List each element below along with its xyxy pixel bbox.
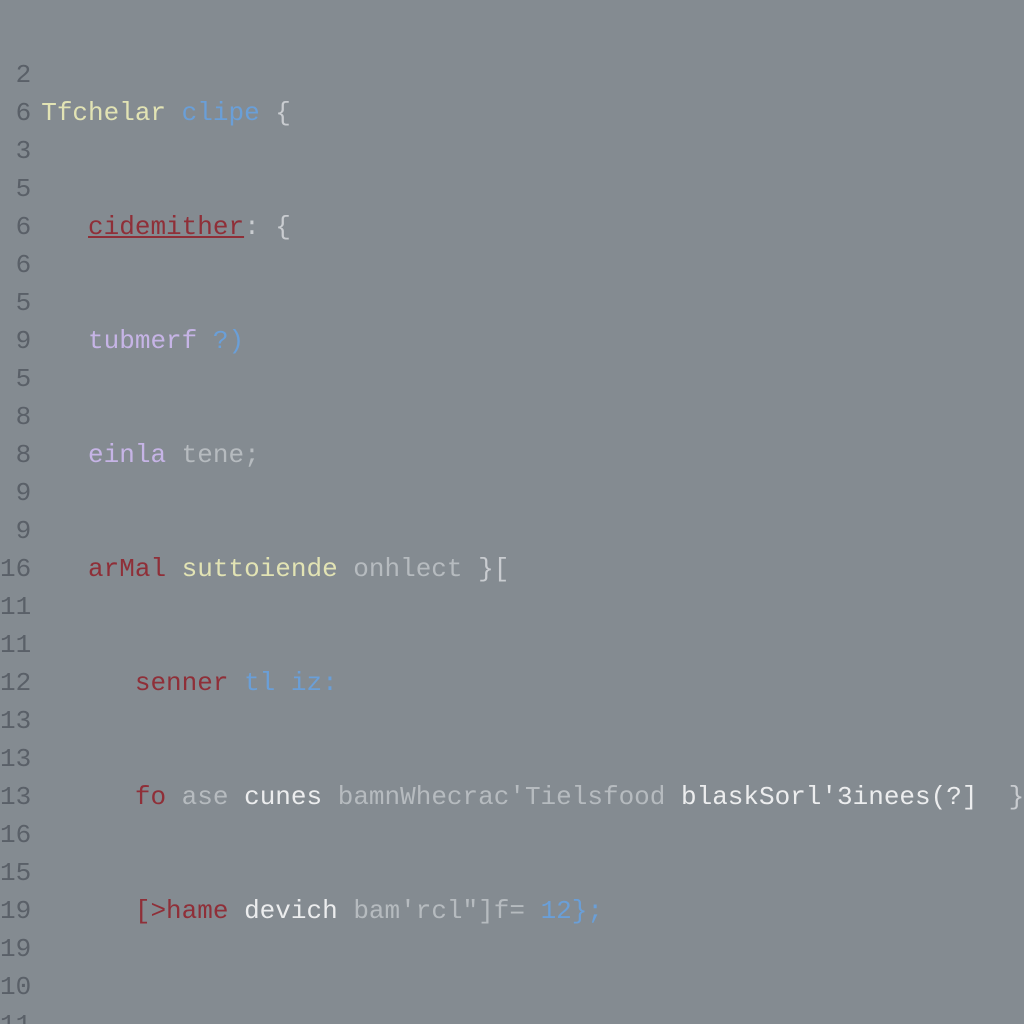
code-line[interactable]: arMal suttoiende onhlect }[: [41, 550, 1024, 588]
code-editor[interactable]: 2 6 3 5 6 6 5 9 5 8 8 9 9 16 11 11 12 13…: [0, 0, 1024, 1024]
line-number: 15: [0, 854, 31, 892]
line-number: 6: [0, 208, 31, 246]
line-number: 13: [0, 740, 31, 778]
line-number: 19: [0, 892, 31, 930]
code-line[interactable]: cidemither: {: [41, 208, 1024, 246]
line-number: 9: [0, 474, 31, 512]
code-line[interactable]: [41, 1006, 1024, 1024]
line-number: 8: [0, 398, 31, 436]
code-area[interactable]: Tfchelar clipe { cidemither: { tubmerf ?…: [41, 18, 1024, 1024]
line-number: 8: [0, 436, 31, 474]
line-number: 10: [0, 968, 31, 1006]
line-number: 5: [0, 360, 31, 398]
line-number: 6: [0, 94, 31, 132]
line-number: 3: [0, 132, 31, 170]
line-number-gutter: 2 6 3 5 6 6 5 9 5 8 8 9 9 16 11 11 12 13…: [0, 18, 41, 1024]
line-number: 9: [0, 512, 31, 550]
line-number: 2: [0, 56, 31, 94]
code-line[interactable]: tubmerf ?): [41, 322, 1024, 360]
code-line[interactable]: senner tl iz:: [41, 664, 1024, 702]
line-number: 12: [0, 664, 31, 702]
line-number: 16: [0, 550, 31, 588]
line-number: 19: [0, 930, 31, 968]
line-number: 13: [0, 702, 31, 740]
code-line[interactable]: fo ase cunes bamnWhecrac'Tielsfood blask…: [41, 778, 1024, 816]
line-number: 6: [0, 246, 31, 284]
code-line[interactable]: einla tene;: [41, 436, 1024, 474]
line-number: 13: [0, 778, 31, 816]
line-number: 5: [0, 284, 31, 322]
line-number: [0, 18, 31, 56]
line-number: 11: [0, 1006, 31, 1024]
line-number: 11: [0, 626, 31, 664]
line-number: 11: [0, 588, 31, 626]
line-number: 5: [0, 170, 31, 208]
code-line[interactable]: [>hame devich bam'rcl"]f= 12};: [41, 892, 1024, 930]
line-number: 9: [0, 322, 31, 360]
code-line[interactable]: Tfchelar clipe {: [41, 94, 1024, 132]
line-number: 16: [0, 816, 31, 854]
